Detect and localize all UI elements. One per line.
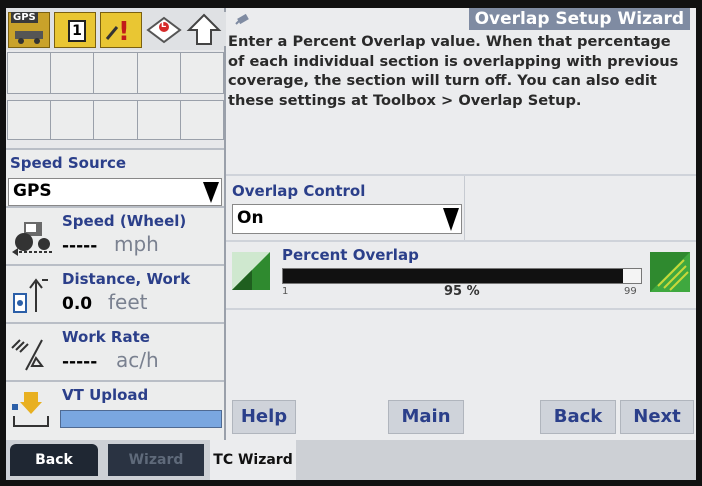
vt-upload-progress-bar — [60, 410, 222, 428]
speed-source-panel: Speed Source GPS — [6, 148, 224, 208]
work-rate-icon — [10, 334, 50, 378]
distance-unit: feet — [108, 290, 148, 314]
speed-unit: mph — [114, 232, 159, 256]
tab-wizard[interactable]: Wizard — [108, 444, 204, 476]
grid-cell[interactable] — [7, 100, 52, 140]
percent-overlap-slider[interactable] — [282, 268, 642, 284]
work-rate-panel[interactable]: Work Rate ----- ac/h — [6, 322, 224, 382]
overlap-wizard-panel: Overlap Setup Wizard Enter a Percent Ove… — [226, 8, 696, 440]
grid-cell[interactable] — [93, 100, 138, 140]
display-screen: GPS 1 ! L Speed Source GPS Speed (Wheel)… — [6, 8, 696, 480]
alert-icon[interactable]: ! — [100, 12, 142, 48]
grid-cell[interactable] — [7, 52, 52, 94]
speed-source-label: Speed Source — [10, 154, 127, 172]
section-number: 1 — [68, 20, 86, 42]
satellite-icon — [234, 10, 254, 32]
svg-text:!: ! — [118, 17, 130, 47]
tractor-icon — [12, 216, 56, 260]
overlap-control-section: Overlap Control On — [226, 174, 696, 240]
wizard-description: Enter a Percent Overlap value. When that… — [228, 33, 679, 109]
tab-back[interactable]: Back — [10, 444, 98, 476]
percent-overlap-fill — [283, 269, 624, 283]
percent-overlap-label: Percent Overlap — [282, 246, 419, 264]
vt-upload-panel[interactable]: VT Upload — [6, 380, 224, 442]
work-rate-label: Work Rate — [62, 328, 150, 346]
grid-cell[interactable] — [50, 52, 95, 94]
overlap-increase-icon[interactable] — [650, 252, 690, 296]
speed-label: Speed (Wheel) — [62, 212, 187, 230]
speed-panel[interactable]: Speed (Wheel) ----- mph — [6, 206, 224, 266]
grid-cell[interactable] — [179, 100, 225, 140]
work-rate-unit: ac/h — [116, 348, 159, 372]
map-layer-icon[interactable]: L — [144, 12, 184, 46]
wizard-title: Overlap Setup Wizard — [468, 8, 690, 30]
work-rate-value: ----- — [62, 352, 98, 372]
help-button[interactable]: Help — [232, 400, 296, 434]
arrow-up-icon[interactable] — [186, 12, 226, 46]
main-button[interactable]: Main — [388, 400, 464, 434]
section-grid-row-2 — [7, 100, 225, 140]
speed-value: ----- — [62, 236, 98, 256]
distance-value: 0.0 — [62, 294, 93, 314]
section-grid-row-1 — [7, 52, 225, 94]
speed-source-dropdown[interactable]: GPS — [8, 178, 222, 206]
distance-icon — [10, 276, 50, 320]
grid-cell[interactable] — [136, 100, 181, 140]
map-layer-label: L — [161, 20, 167, 29]
distance-label: Distance, Work — [62, 270, 191, 288]
vt-upload-label: VT Upload — [62, 386, 149, 404]
speed-source-value: GPS — [13, 181, 52, 201]
overlap-control-dropdown[interactable]: On — [232, 204, 462, 234]
slider-max-label: 99 — [624, 286, 637, 297]
overlap-control-label: Overlap Control — [232, 182, 366, 200]
tab-tc-wizard[interactable]: TC Wizard — [210, 440, 296, 480]
upload-icon — [10, 390, 54, 436]
overlap-control-value: On — [237, 208, 264, 228]
overlap-decrease-icon[interactable] — [232, 252, 270, 294]
next-button[interactable]: Next — [620, 400, 694, 434]
grid-cell[interactable] — [136, 52, 181, 94]
chevron-down-icon — [441, 205, 461, 233]
percent-overlap-value: 95 % — [444, 284, 480, 299]
distance-panel[interactable]: Distance, Work 0.0 feet — [6, 264, 224, 324]
percent-overlap-section: Percent Overlap 1 95 % 99 — [226, 240, 696, 308]
slider-min-label: 1 — [282, 286, 289, 297]
spacer-area — [226, 308, 696, 370]
number-one-icon[interactable]: 1 — [54, 12, 96, 48]
gps-antenna-icon[interactable]: GPS — [8, 12, 50, 48]
bottom-tab-bar: Back Wizard TC Wizard — [6, 440, 696, 480]
grid-cell[interactable] — [93, 52, 138, 94]
grid-cell[interactable] — [50, 100, 95, 140]
grid-cell[interactable] — [179, 52, 225, 94]
divider — [464, 176, 465, 240]
back-button[interactable]: Back — [540, 400, 616, 434]
wizard-title-bar: Overlap Setup Wizard — [226, 8, 696, 30]
run-page-sidebar: GPS 1 ! L Speed Source GPS Speed (Wheel)… — [6, 8, 226, 442]
chevron-down-icon — [201, 179, 221, 205]
status-icon-row: GPS 1 ! L — [6, 8, 226, 50]
